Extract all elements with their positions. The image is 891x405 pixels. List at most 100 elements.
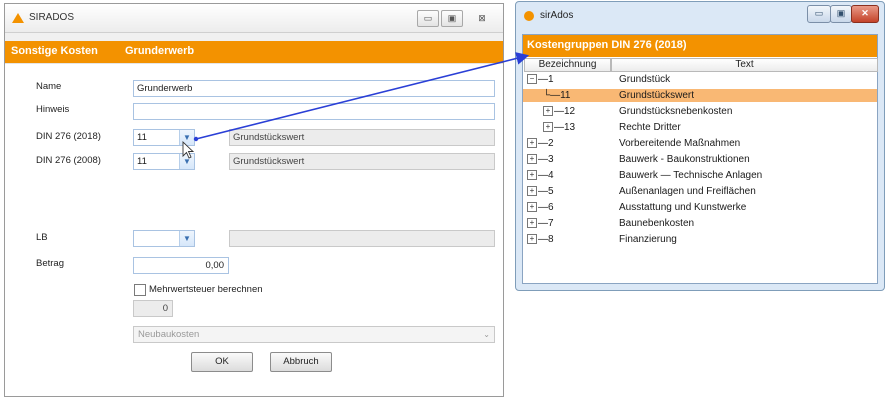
tree-row-text: Baunebenkosten (619, 218, 695, 229)
tree-row-text: Vorbereitende Maßnahmen (619, 138, 741, 149)
expand-icon[interactable]: + (527, 154, 537, 165)
tree-row-text: Finanzierung (619, 234, 677, 245)
tree-row-code-text: 2 (548, 138, 554, 149)
mwst-checkbox[interactable] (134, 284, 146, 296)
close-button[interactable]: ⊠ (471, 10, 493, 27)
expand-icon[interactable]: + (527, 234, 537, 245)
tree-row[interactable]: + —2 Vorbereitende Maßnahmen (523, 137, 877, 150)
tree-row-code-text: 13 (564, 122, 576, 133)
tree-row[interactable]: + —12 Grundstücksnebenkosten (523, 105, 877, 118)
cancel-button[interactable]: Abbruch (270, 352, 332, 372)
tree-row-code-text: 12 (564, 106, 576, 117)
tree-window-title: sirAdos (540, 10, 574, 21)
tree-row-text: Außenanlagen und Freiflächen (619, 186, 756, 197)
tree-header-title: Kostengruppen DIN 276 (2018) (527, 39, 687, 51)
tree-row-code: + —6 (527, 201, 554, 214)
tree-row-text: Grundstück (619, 74, 671, 85)
tree-row-text: Grundstückswert (619, 90, 695, 101)
tree-row-code: − —1 (527, 73, 554, 86)
tree-row-code-text: 7 (548, 218, 554, 229)
tree-row-code: + —4 (527, 169, 554, 182)
lb-text (229, 230, 495, 247)
tree-row-code: + —5 (527, 185, 554, 198)
betrag-input[interactable]: 0,00 (133, 257, 229, 274)
form-area: Name Grunderwerb Hinweis DIN 276 (2018) … (5, 63, 503, 396)
chevron-down-icon[interactable]: ▼ (179, 231, 194, 246)
name-input[interactable]: Grunderwerb (133, 80, 495, 97)
din2008-label: DIN 276 (2008) (36, 155, 101, 166)
tree-panel: Kostengruppen DIN 276 (2018) Bezeichnung… (522, 34, 878, 284)
sirados-main-window: SIRADOS ▭ ▣ ⊠ Sonstige Kosten Grunderwer… (4, 3, 504, 397)
category-select-value: Neubaukosten (138, 329, 200, 340)
expand-icon[interactable]: + (527, 170, 537, 181)
expand-icon[interactable]: + (527, 218, 537, 229)
tree-connector-icon: — (538, 186, 548, 197)
tree-row[interactable]: + —8 Finanzierung (523, 233, 877, 246)
tree-window-titlebar[interactable]: sirAdos ▭ ▣ ✕ (516, 2, 884, 32)
expand-icon[interactable]: + (527, 138, 537, 149)
mwst-label: Mehrwertsteuer berechnen (149, 284, 263, 295)
expand-icon[interactable]: + (543, 106, 553, 117)
cost-group-tree-window: sirAdos ▭ ▣ ✕ Kostengruppen DIN 276 (201… (515, 1, 885, 291)
ok-button[interactable]: OK (191, 352, 253, 372)
tree-connector-icon: — (554, 122, 564, 133)
tree-row-text: Bauwerk - Baukonstruktionen (619, 154, 750, 165)
tree-row[interactable]: + —3 Bauwerk - Baukonstruktionen (523, 153, 877, 166)
expand-icon[interactable]: + (543, 122, 553, 133)
tree-header-bar: Kostengruppen DIN 276 (2018) (523, 35, 877, 57)
tree-row[interactable]: + —7 Baunebenkosten (523, 217, 877, 230)
din2018-select-value: 11 (137, 132, 147, 143)
column-header-text[interactable]: Text (611, 58, 878, 72)
header-category: Sonstige Kosten (11, 45, 98, 57)
betrag-label: Betrag (36, 258, 64, 269)
tree-row-code: + —13 (543, 121, 575, 134)
tree-row-text: Rechte Dritter (619, 122, 681, 133)
din2008-select-value: 11 (137, 156, 147, 167)
tree-row[interactable]: + —4 Bauwerk — Technische Anlagen (523, 169, 877, 182)
collapse-icon[interactable]: − (527, 74, 537, 85)
main-window-titlebar[interactable]: SIRADOS ▭ ▣ ⊠ (5, 4, 503, 33)
tree-connector-icon: — (538, 74, 548, 85)
tree-row[interactable]: + —5 Außenanlagen und Freiflächen (523, 185, 877, 198)
tree-connector-icon: — (538, 154, 548, 165)
hinweis-label: Hinweis (36, 104, 70, 115)
tree-connector-icon: — (538, 218, 548, 229)
tree-connector-icon: — (538, 138, 548, 149)
tree-row-code-text: 5 (548, 186, 554, 197)
mwst-value: 0 (133, 300, 173, 317)
hinweis-input[interactable] (133, 103, 495, 120)
chevron-down-icon[interactable]: ▼ (179, 154, 194, 169)
din2008-text: Grundstückswert (229, 153, 495, 170)
tree-row[interactable]: + —13 Rechte Dritter (523, 121, 877, 134)
header-item-name: Grunderwerb (125, 45, 195, 57)
expand-icon[interactable]: + (527, 202, 537, 213)
tree-row-code: + —8 (527, 233, 554, 246)
lb-label: LB (36, 232, 48, 243)
close-button[interactable]: ✕ (851, 5, 879, 23)
category-select: Neubaukosten ⌄ (133, 326, 495, 343)
minimize-button[interactable]: ▭ (807, 5, 831, 23)
tree-connector-icon: — (550, 90, 561, 101)
sirados-logo-icon (12, 13, 24, 23)
lb-select[interactable]: ▼ (133, 230, 195, 247)
tree-row-text: Grundstücksnebenkosten (619, 106, 733, 117)
tree-row-code: + —2 (527, 137, 554, 150)
tree-row[interactable]: └—11 Grundstückswert (523, 89, 877, 102)
tree-connector-icon: — (538, 170, 548, 181)
din2018-label: DIN 276 (2018) (36, 131, 101, 142)
tree-row-code-text: 3 (548, 154, 554, 165)
maximize-button[interactable]: ▣ (830, 5, 852, 23)
tree-connector-icon: — (538, 234, 548, 245)
din2008-select[interactable]: 11 ▼ (133, 153, 195, 170)
tree-row[interactable]: − —1 Grundstück (523, 73, 877, 86)
tree-row[interactable]: + —6 Ausstattung und Kunstwerke (523, 201, 877, 214)
main-window-title: SIRADOS (29, 12, 75, 23)
maximize-button[interactable]: ▣ (441, 10, 463, 27)
din2018-select[interactable]: 11 ▼ (133, 129, 195, 146)
expand-icon[interactable]: + (527, 186, 537, 197)
tree-row-text: Bauwerk — Technische Anlagen (619, 170, 763, 181)
minimize-button[interactable]: ▭ (417, 10, 439, 27)
tree-row-code-text: 4 (548, 170, 554, 181)
column-header-bezeichnung[interactable]: Bezeichnung (524, 58, 611, 72)
chevron-down-icon[interactable]: ▼ (179, 130, 194, 145)
